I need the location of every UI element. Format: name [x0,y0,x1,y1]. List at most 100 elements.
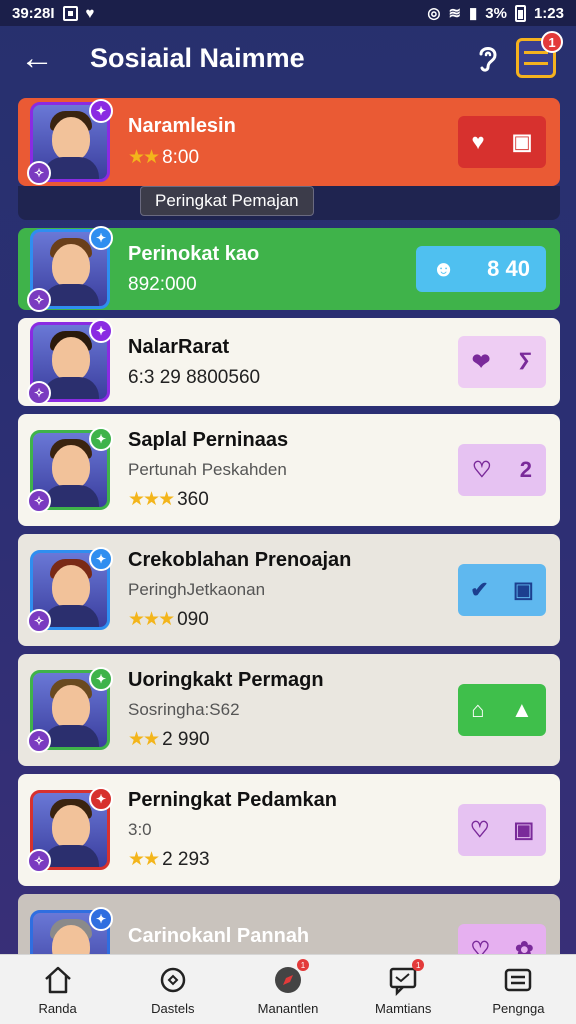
avatar[interactable]: ✦✧ [27,226,113,312]
list-item[interactable]: ✦ ✧ Uoringkakt Permagn Sosringha:S62 ★★ 2 990… [18,654,560,766]
avatar-body [43,485,99,507]
like-icon: ☻ [432,256,456,281]
battery-percent: 3% [485,4,507,22]
avatar[interactable]: ✦✧ [27,667,113,753]
action-button[interactable]: ♡ ▣ [458,804,546,856]
page-title: Sosiaial Naimme [90,42,305,73]
action-secondary-icon: ▲ [510,697,533,722]
action-button[interactable]: ♡ ✿ [458,924,546,954]
alarm-icon: ◎ [427,5,441,22]
rank-badge-icon: ✦ [89,319,113,343]
action-secondary-icon: 2 [519,457,532,482]
level-badge-icon: ✧ [27,161,51,185]
player-info: Crekoblahan Prenoajan PeringhJetkaonan ★★★… [128,549,458,631]
nav-item-compass[interactable]: 1 Manantlen [230,955,345,1024]
avatar-body [43,605,99,627]
nav-item-badge[interactable]: Dastels [115,955,230,1024]
player-score: ★★ 2 990 [128,728,458,751]
score-value: 2 990 [162,729,210,750]
like-icon: ♡ [469,817,490,842]
player-subtitle: 3:0 [128,820,152,839]
action-secondary-icon: ▣ [513,817,535,842]
action-secondary-icon: ▣ [513,577,534,602]
avatar[interactable]: ✦✧ [27,427,113,513]
nav-label: Dastels [151,1001,195,1016]
back-arrow-icon[interactable]: ← [20,41,60,75]
nav-item-home[interactable]: Randa [0,955,115,1024]
action-button[interactable]: ❤ ⵢ [458,336,546,388]
avatar[interactable]: ✦✧ [27,99,113,185]
avatar-body [43,725,99,747]
player-name: Carinokanl Pannah [128,924,310,947]
player-name: Naramlesin [128,115,236,137]
level-badge-icon: ✧ [27,729,51,753]
avatar[interactable]: ✦✧ [30,907,113,954]
status-right: ◎ ≋ ▮ 3% 1:23 [427,4,564,22]
list-item[interactable]: ✦ ✧ Naramlesin ★★ 8:00 ♥ ▣ [18,98,560,186]
ear-icon[interactable] [468,38,508,78]
avatar-body [43,157,99,179]
nav-item-message[interactable]: 1 Mamtians [346,955,461,1024]
star-rating-icon: ★★ [128,729,160,750]
action-button[interactable]: ♡ 2 [458,444,546,496]
app-header: ← Sosiaial Naimme 1 [0,26,576,90]
tooltip: Peringkat Pemajan [140,186,314,216]
player-name: Perinokat kao [128,242,260,265]
player-name: NalarRarat [128,335,230,358]
action-button[interactable]: ♥ ▣ [458,116,546,168]
list-item[interactable]: ✦ ✧ Perningkat Pedamkan 3:0 ★★ 2 293 ♡ ▣ [18,774,560,886]
nav-notification-badge: 1 [412,959,425,971]
status-time-left: 39:28I [12,4,55,22]
rank-badge-icon: ✦ [89,667,113,691]
player-info: Saplal Perninaas Pertunah Peskahden ★★★ 360 [128,429,458,511]
action-button[interactable]: ⌂ ▲ [458,684,546,736]
rank-badge-icon: ✦ [89,787,113,811]
avatar-face [52,337,90,381]
list-item[interactable]: ✦ ✧ Saplal Perninaas Pertunah Peskahden ★★★ 3… [18,414,560,526]
nav-notification-badge: 1 [297,959,309,971]
screenshot-icon [62,5,78,21]
list-item[interactable]: ✦ ✧ NalarRarat 6:3 29 8800560 ❤ ⵢ [18,318,560,406]
wifi-icon: ≋ [448,5,462,22]
player-list[interactable]: ✦ ✧ Naramlesin ★★ 8:00 ♥ ▣ ✦ ✧ Perinokat kao 892:0… [18,98,560,954]
action-button[interactable]: ☻ 8 40 [416,246,546,292]
list-item[interactable]: ✦ ✧ Perinokat kao 892:000 ☻ 8 40 [18,226,560,312]
nav-item-menu[interactable]: Pengnga [461,955,576,1024]
like-icon: ♡ [472,457,492,482]
avatar-face [52,565,90,609]
player-subtitle: PeringhJetkaonan [128,580,266,599]
compass-icon: 1 [271,959,309,997]
star-rating-icon: ★★ [128,849,160,870]
inbox-icon [524,51,548,65]
player-score: ★★ 8:00 [128,146,458,169]
list-item[interactable]: ✦✧ Carinokanl Pannah2:panoodel♡✿ [18,894,560,954]
player-info: Carinokanl Pannah2:panoodel [128,925,458,955]
avatar[interactable]: ✦✧ [27,547,113,633]
action-secondary-icon: ✿ [515,937,534,955]
inbox-button[interactable]: 1 [516,31,563,78]
rank-badge-icon: ✦ [89,907,113,931]
like-icon: ⌂ [471,697,485,722]
nav-label: Mamtians [375,1001,432,1016]
action-button[interactable]: ✔ ▣ [458,564,546,616]
status-left: 39:28I ♥ [12,5,94,22]
avatar[interactable]: ✦✧ [27,319,113,405]
player-subtitle: Pertunah Peskahden [128,460,287,479]
list-item[interactable]: ✦ ✧ Crekoblahan Prenoajan PeringhJetkaonan ★… [18,534,560,646]
player-score: 892:000 [128,274,416,296]
player-score: 6:3 29 8800560 [128,367,458,389]
player-info: NalarRarat 6:3 29 8800560 [128,336,458,389]
avatar-face [52,244,90,288]
avatar[interactable]: ✦✧ [27,787,113,873]
avatar-face [52,445,90,489]
action-secondary-icon: 8 40 [487,256,530,281]
score-value: 2 293 [162,849,210,870]
avatar-body [43,284,99,306]
home-icon [41,963,75,997]
rank-badge-icon: ✦ [89,547,113,571]
player-name: Saplal Perninaas [128,429,289,451]
player-info: Uoringkakt Permagn Sosringha:S62 ★★ 2 990 [128,669,458,751]
player-name: Uoringkakt Permagn [128,669,324,691]
notification-badge: 1 [541,31,563,53]
menu-icon [501,963,535,997]
